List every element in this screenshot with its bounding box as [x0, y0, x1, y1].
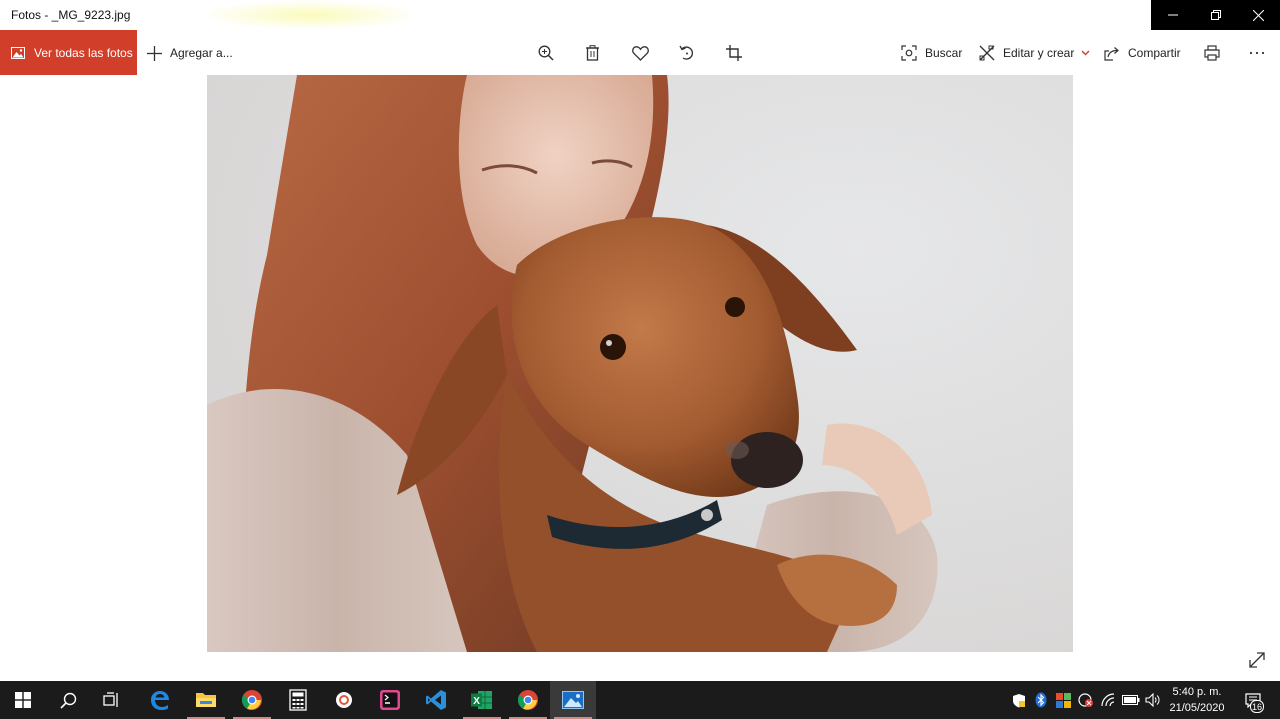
- taskbar-app-terminal[interactable]: [367, 681, 413, 719]
- taskbar-app-calculator[interactable]: [275, 681, 321, 719]
- title-bar-glow: [200, 0, 420, 30]
- edit-create-icon: [979, 45, 995, 61]
- taskbar-app-vscode[interactable]: [413, 681, 459, 719]
- tray-network-status[interactable]: [1076, 681, 1096, 719]
- expand-icon: [1249, 652, 1265, 668]
- tray-wifi[interactable]: [1099, 681, 1119, 719]
- tray-battery[interactable]: [1121, 681, 1141, 719]
- minimize-button[interactable]: [1151, 0, 1194, 30]
- visual-search-icon: [901, 45, 917, 61]
- fullscreen-button[interactable]: [1247, 650, 1267, 670]
- start-button[interactable]: [0, 681, 46, 719]
- print-button[interactable]: [1201, 42, 1223, 64]
- more-options-button[interactable]: [1246, 42, 1268, 64]
- office-icon: [1055, 692, 1071, 708]
- close-button[interactable]: [1237, 0, 1280, 30]
- task-view-button[interactable]: [89, 681, 135, 719]
- crop-button[interactable]: [723, 42, 745, 64]
- calculator-icon: [289, 689, 307, 711]
- volume-icon: [1145, 693, 1160, 707]
- app-icon: [336, 692, 352, 708]
- window-title: Fotos - _MG_9223.jpg: [11, 8, 131, 22]
- excel-icon: X: [471, 691, 492, 709]
- zoom-button[interactable]: [535, 42, 557, 64]
- view-all-photos-button[interactable]: Ver todas las fotos: [0, 30, 137, 75]
- tray-volume[interactable]: [1143, 681, 1163, 719]
- vscode-icon: [426, 690, 446, 710]
- tray-office[interactable]: [1053, 681, 1073, 719]
- close-icon: [1253, 9, 1264, 21]
- action-center-button[interactable]: 16: [1238, 681, 1268, 719]
- svg-text:X: X: [473, 696, 480, 707]
- taskbar-app-chrome[interactable]: [229, 681, 275, 719]
- minimize-icon: [1167, 14, 1178, 16]
- title-bar: Fotos - _MG_9223.jpg: [0, 0, 1280, 30]
- bluetooth-icon: [1035, 692, 1047, 708]
- taskbar-app-excel[interactable]: X: [459, 681, 505, 719]
- wifi-icon: [1101, 693, 1115, 707]
- search-photos-button[interactable]: Buscar: [901, 42, 962, 64]
- file-explorer-icon: [196, 693, 216, 707]
- zoom-icon: [538, 45, 554, 61]
- chevron-down-icon: [1081, 50, 1090, 56]
- battery-icon: [1122, 695, 1140, 705]
- photo-viewer-image[interactable]: [207, 75, 1073, 652]
- share-icon: [1104, 46, 1119, 61]
- share-label: Compartir: [1128, 46, 1181, 60]
- taskbar-clock[interactable]: 5:40 p. m. 21/05/2020: [1165, 684, 1229, 716]
- edge-icon: [151, 691, 169, 710]
- add-to-button[interactable]: Agregar a...: [147, 43, 233, 63]
- taskbar-app-chrome-2[interactable]: [505, 681, 551, 719]
- photos-icon: [11, 46, 25, 59]
- chrome-icon: [517, 690, 538, 710]
- rotate-button[interactable]: [676, 42, 698, 64]
- crop-icon: [726, 45, 742, 61]
- search-icon: [59, 692, 76, 709]
- task-view-icon: [103, 692, 118, 707]
- search-label: Buscar: [925, 46, 963, 60]
- taskbar-search-button[interactable]: [45, 681, 91, 719]
- share-button[interactable]: Compartir: [1104, 42, 1181, 64]
- edit-create-label: Editar y crear: [1003, 46, 1075, 60]
- favorite-button[interactable]: [629, 42, 651, 64]
- security-icon: [1013, 693, 1025, 707]
- taskbar: X 5:40 p. m. 21/05/2020 16: [0, 681, 1280, 719]
- network-status-icon: [1078, 692, 1093, 707]
- edit-create-button[interactable]: Editar y crear: [979, 42, 1090, 64]
- print-icon: [1204, 45, 1220, 61]
- add-to-label: Agregar a...: [170, 46, 233, 60]
- taskbar-app-edge[interactable]: [137, 681, 183, 719]
- restore-icon: [1210, 10, 1221, 20]
- taskbar-app-file-explorer[interactable]: [183, 681, 229, 719]
- delete-button[interactable]: [581, 42, 603, 64]
- more-icon: [1249, 51, 1265, 55]
- delete-icon: [585, 45, 599, 61]
- photo-illustration: [207, 75, 1073, 652]
- restore-button[interactable]: [1194, 0, 1237, 30]
- view-all-photos-label: Ver todas las fotos: [34, 45, 133, 60]
- rotate-icon: [679, 45, 694, 60]
- clock-date: 21/05/2020: [1169, 702, 1225, 714]
- notification-count-badge: 16: [1250, 700, 1264, 713]
- tray-bluetooth[interactable]: [1032, 681, 1050, 719]
- chrome-icon: [241, 690, 262, 710]
- favorite-icon: [631, 45, 649, 61]
- taskbar-app-unknown[interactable]: [321, 681, 367, 719]
- start-icon: [15, 692, 31, 708]
- plus-icon: [147, 45, 162, 61]
- clock-time: 5:40 p. m.: [1172, 686, 1222, 698]
- tray-security[interactable]: [1009, 681, 1029, 719]
- app-toolbar: Ver todas las fotos Agregar a... Buscar …: [0, 30, 1280, 75]
- photos-icon: [562, 691, 584, 709]
- terminal-icon: [380, 690, 400, 710]
- taskbar-app-photos[interactable]: [550, 681, 596, 719]
